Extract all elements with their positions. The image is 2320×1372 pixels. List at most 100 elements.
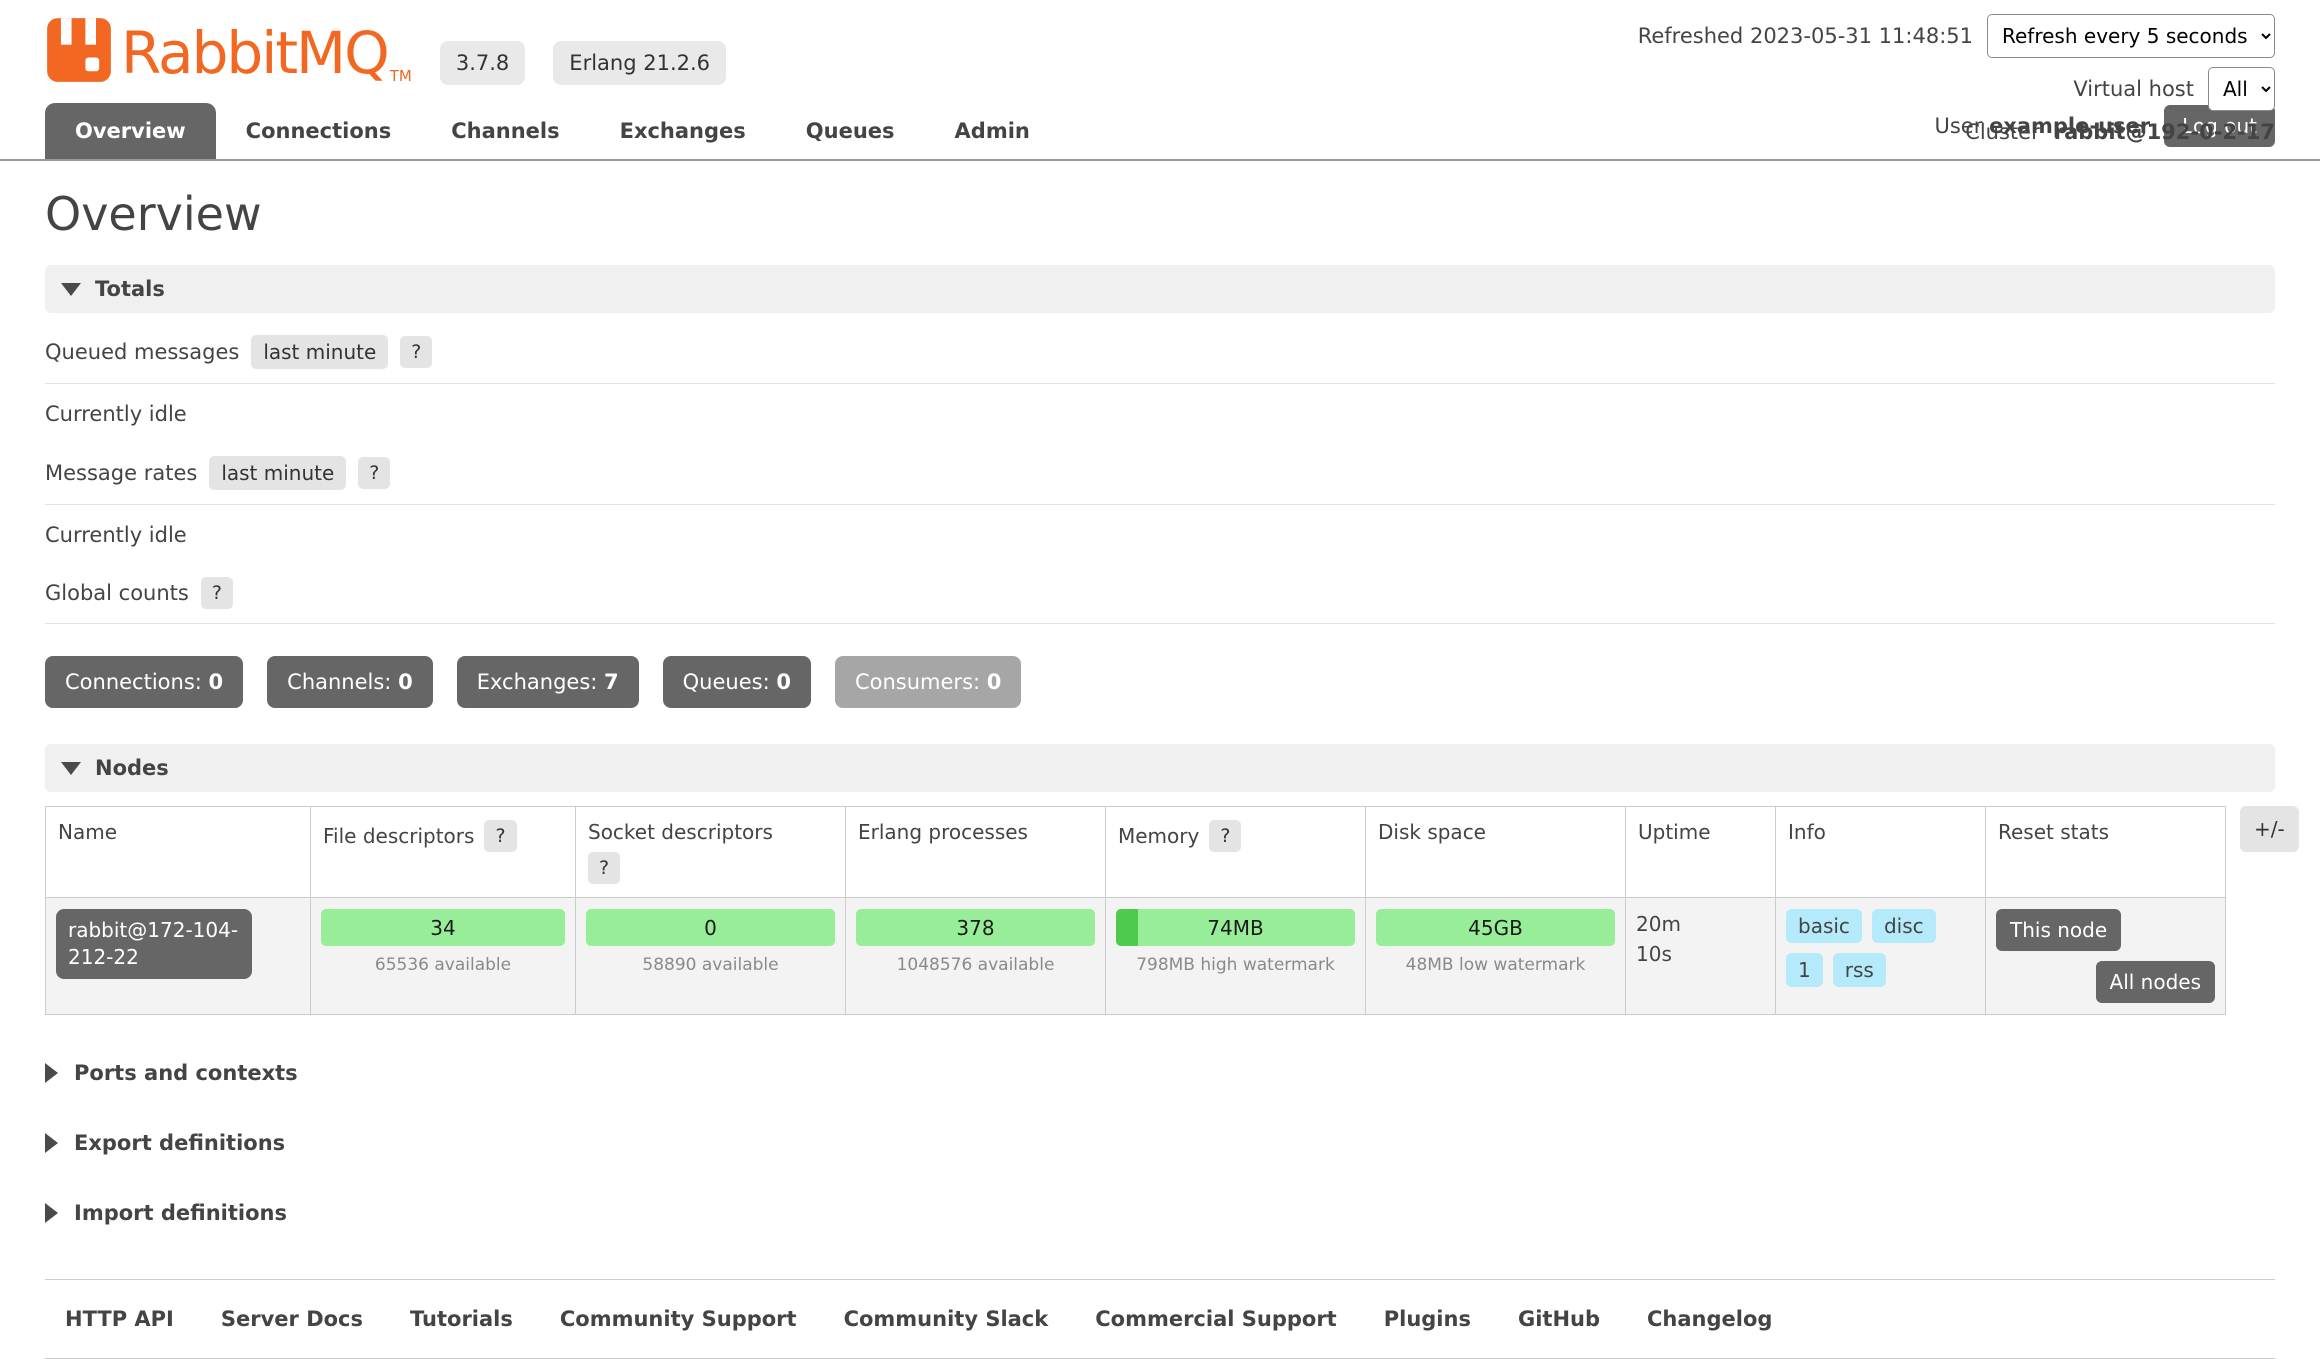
vhost-label: Virtual host bbox=[2073, 77, 2194, 101]
rates-idle-status: Currently idle bbox=[45, 523, 2275, 547]
exchanges-count-badge: Exchanges: 7 bbox=[457, 656, 639, 708]
global-counts-heading: Global counts ? bbox=[45, 555, 2275, 624]
erlang-version-badge: Erlang 21.2.6 bbox=[553, 41, 726, 85]
disk-watermark: 48MB low watermark bbox=[1376, 955, 1615, 975]
sockets-help-icon[interactable]: ? bbox=[588, 852, 620, 884]
nav-tabs: Overview Connections Channels Exchanges … bbox=[45, 103, 1060, 159]
refreshed-text: Refreshed 2023-05-31 11:48:51 bbox=[1638, 24, 1973, 48]
collapse-icon bbox=[61, 283, 81, 296]
totals-section-title: Totals bbox=[95, 277, 165, 301]
ports-and-contexts-title: Ports and contexts bbox=[74, 1061, 298, 1085]
vhost-row: Virtual host All bbox=[2073, 67, 2275, 111]
footer-link-plugins[interactable]: Plugins bbox=[1384, 1307, 1471, 1331]
info-badge-rss: rss bbox=[1833, 953, 1886, 987]
rabbitmq-version-badge: 3.7.8 bbox=[440, 41, 525, 85]
reset-this-node-button[interactable]: This node bbox=[1996, 909, 2121, 951]
col-name: Name bbox=[46, 807, 311, 898]
fd-meter: 34 bbox=[321, 909, 565, 946]
refresh-interval-select[interactable]: Refresh every 5 seconds bbox=[1987, 14, 2275, 58]
cluster-label: Cluster bbox=[1965, 120, 2040, 144]
sockets-meter: 0 bbox=[586, 909, 835, 946]
tab-channels[interactable]: Channels bbox=[421, 103, 589, 159]
node-procs-cell: 378 1048576 available bbox=[846, 898, 1106, 1015]
section-header-import-definitions[interactable]: Import definitions bbox=[45, 1201, 2275, 1225]
queued-messages-heading: Queued messages last minute ? bbox=[45, 313, 2275, 384]
uptime-value: 20m bbox=[1636, 909, 1765, 939]
refreshed-timestamp: 2023-05-31 11:48:51 bbox=[1750, 24, 1973, 48]
sockets-available: 58890 available bbox=[586, 955, 835, 975]
nodes-section-title: Nodes bbox=[95, 756, 169, 780]
rabbitmq-logo[interactable]: RabbitMQTM bbox=[45, 16, 412, 89]
rates-range-badge[interactable]: last minute bbox=[209, 456, 346, 490]
footer-link-changelog[interactable]: Changelog bbox=[1647, 1307, 1772, 1331]
fd-help-icon[interactable]: ? bbox=[484, 820, 516, 852]
section-header-export-definitions[interactable]: Export definitions bbox=[45, 1131, 2275, 1155]
col-uptime: Uptime bbox=[1626, 807, 1776, 898]
consumers-count-badge: Consumers: 0 bbox=[835, 656, 1021, 708]
queued-help-icon[interactable]: ? bbox=[400, 336, 432, 368]
queued-idle-status: Currently idle bbox=[45, 402, 2275, 426]
tab-admin[interactable]: Admin bbox=[925, 103, 1060, 159]
col-reset-stats: Reset stats bbox=[1986, 807, 2226, 898]
col-info: Info bbox=[1776, 807, 1986, 898]
section-header-ports-and-contexts[interactable]: Ports and contexts bbox=[45, 1061, 2275, 1085]
node-name-cell: rabbit@172-104-212-22 bbox=[46, 898, 311, 1015]
node-reset-cell: This node All nodes bbox=[1986, 898, 2226, 1015]
global-counts-label: Global counts bbox=[45, 581, 189, 605]
memory-help-icon[interactable]: ? bbox=[1209, 820, 1241, 852]
global-counts-row: Connections: 0 Channels: 0 Exchanges: 7 … bbox=[45, 656, 2275, 708]
footer-link-tutorials[interactable]: Tutorials bbox=[410, 1307, 513, 1331]
footer-link-commercial-support[interactable]: Commercial Support bbox=[1095, 1307, 1337, 1331]
refresh-row: Refreshed 2023-05-31 11:48:51 Refresh ev… bbox=[1638, 14, 2275, 58]
expand-icon bbox=[45, 1203, 58, 1223]
trademark: TM bbox=[390, 67, 412, 85]
node-row: rabbit@172-104-212-22 34 65536 available… bbox=[46, 898, 2226, 1015]
footer-link-community-support[interactable]: Community Support bbox=[560, 1307, 797, 1331]
expand-icon bbox=[45, 1063, 58, 1083]
footer-link-community-slack[interactable]: Community Slack bbox=[844, 1307, 1049, 1331]
message-rates-label: Message rates bbox=[45, 461, 197, 485]
node-fd-cell: 34 65536 available bbox=[311, 898, 576, 1015]
footer-link-github[interactable]: GitHub bbox=[1518, 1307, 1600, 1331]
rabbitmq-logo-icon bbox=[45, 16, 113, 89]
node-disk-cell: 45GB 48MB low watermark bbox=[1366, 898, 1626, 1015]
nodes-table-area: Name File descriptors? Socket descriptor… bbox=[45, 806, 2275, 1015]
global-counts-help-icon[interactable]: ? bbox=[201, 577, 233, 609]
node-memory-cell: 74MB 798MB high watermark bbox=[1106, 898, 1366, 1015]
rates-help-icon[interactable]: ? bbox=[358, 457, 390, 489]
col-disk-space: Disk space bbox=[1366, 807, 1626, 898]
footer-link-server-docs[interactable]: Server Docs bbox=[221, 1307, 363, 1331]
procs-meter: 378 bbox=[856, 909, 1095, 946]
vhost-select[interactable]: All bbox=[2208, 67, 2275, 111]
reset-all-nodes-button[interactable]: All nodes bbox=[2096, 961, 2215, 1003]
node-name-badge[interactable]: rabbit@172-104-212-22 bbox=[56, 909, 252, 979]
disk-meter: 45GB bbox=[1376, 909, 1615, 946]
toggle-columns-button[interactable]: +/- bbox=[2240, 806, 2299, 852]
tab-connections[interactable]: Connections bbox=[216, 103, 422, 159]
fd-available: 65536 available bbox=[321, 955, 565, 975]
brand-name: RabbitMQ bbox=[121, 24, 388, 82]
info-badge-disc: disc bbox=[1872, 909, 1936, 943]
tab-exchanges[interactable]: Exchanges bbox=[590, 103, 776, 159]
col-memory: Memory? bbox=[1106, 807, 1366, 898]
queues-count-badge: Queues: 0 bbox=[663, 656, 811, 708]
node-sockets-cell: 0 58890 available bbox=[576, 898, 846, 1015]
section-header-totals[interactable]: Totals bbox=[45, 265, 2275, 313]
import-definitions-title: Import definitions bbox=[74, 1201, 287, 1225]
footer-link-http-api[interactable]: HTTP API bbox=[65, 1307, 174, 1331]
nodes-table-header-row: Name File descriptors? Socket descriptor… bbox=[46, 807, 2226, 898]
header: RabbitMQTM 3.7.8 Erlang 21.2.6 Refreshed… bbox=[0, 0, 2320, 89]
tab-queues[interactable]: Queues bbox=[776, 103, 925, 159]
tab-overview[interactable]: Overview bbox=[45, 103, 216, 159]
footer: HTTP API Server Docs Tutorials Community… bbox=[45, 1279, 2275, 1359]
expand-icon bbox=[45, 1133, 58, 1153]
node-info-cell: basic disc 1 rss bbox=[1776, 898, 1986, 1015]
section-header-nodes[interactable]: Nodes bbox=[45, 744, 2275, 792]
page-title: Overview bbox=[45, 187, 2275, 241]
memory-meter: 74MB bbox=[1116, 909, 1355, 946]
info-badge-basic: basic bbox=[1786, 909, 1862, 943]
queued-range-badge[interactable]: last minute bbox=[251, 335, 388, 369]
status-area: Refreshed 2023-05-31 11:48:51 Refresh ev… bbox=[1638, 14, 2275, 144]
message-rates-heading: Message rates last minute ? bbox=[45, 434, 2275, 505]
col-file-descriptors: File descriptors? bbox=[311, 807, 576, 898]
